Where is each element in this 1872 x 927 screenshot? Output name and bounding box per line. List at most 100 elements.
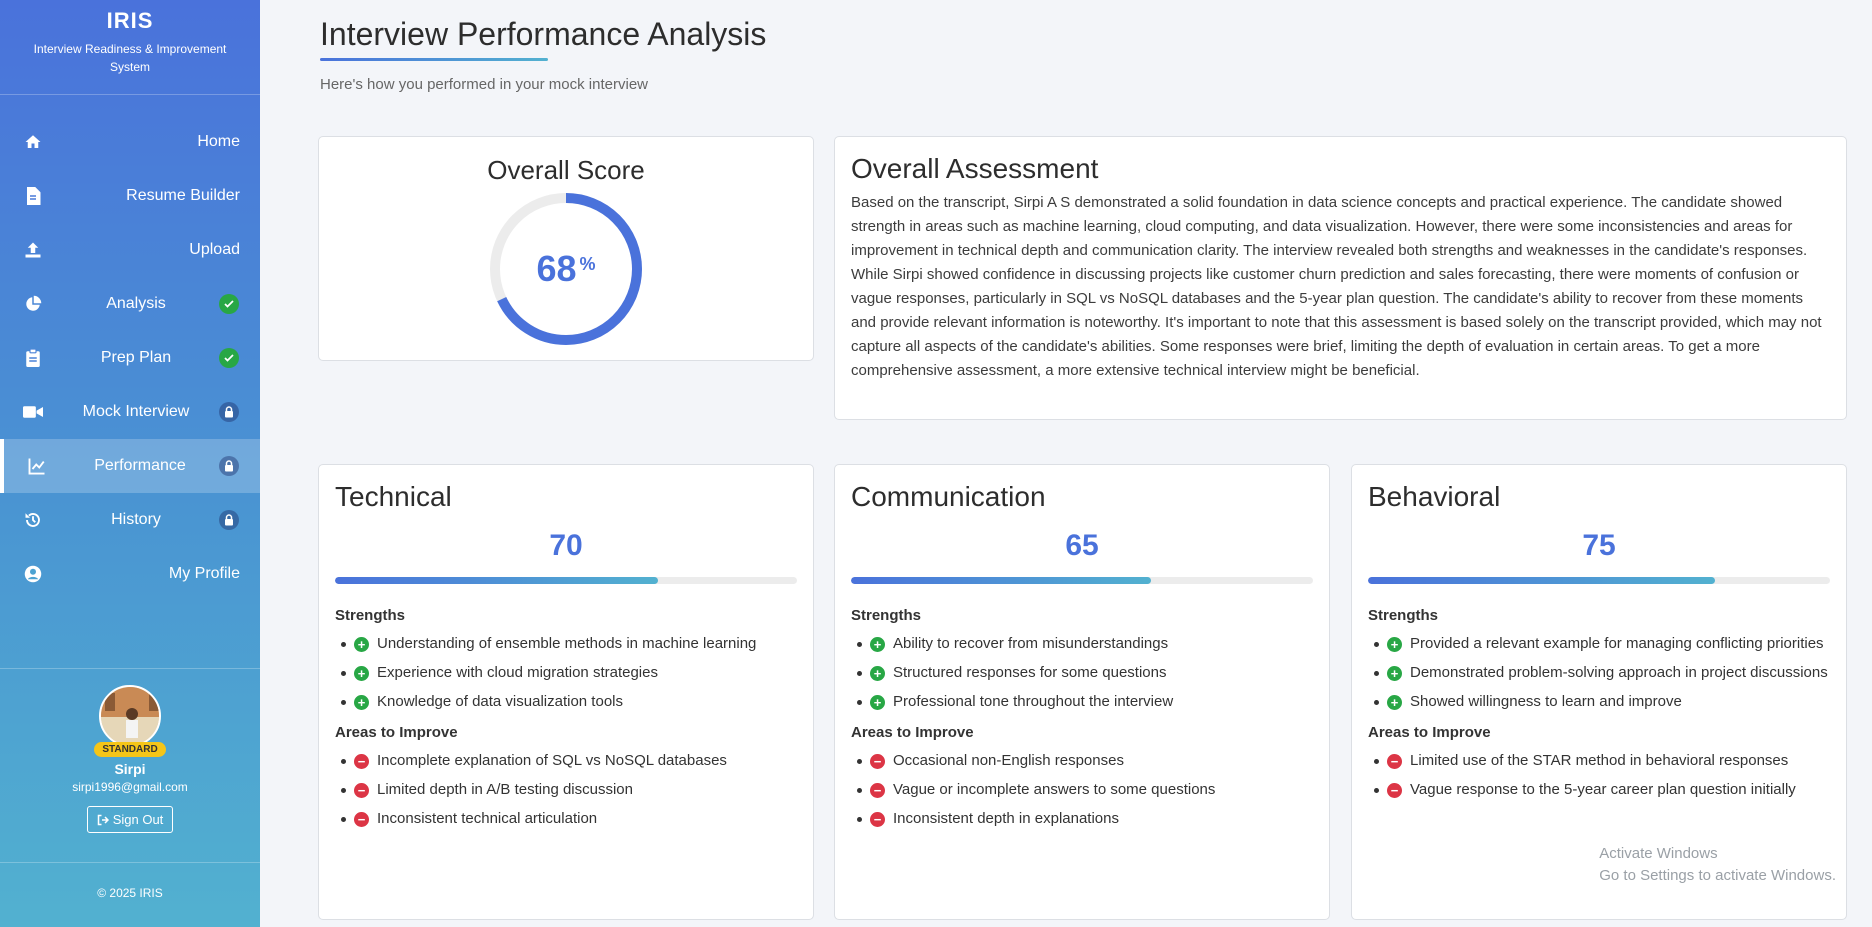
assessment-title: Overall Assessment: [851, 153, 1099, 184]
score-bar: [851, 577, 1313, 584]
activate-windows-watermark: Activate Windows Go to Settings to activ…: [1599, 843, 1836, 887]
minus-circle-icon: −: [870, 754, 885, 769]
strengths-list: + Ability to recover from misunderstandin…: [851, 632, 1313, 714]
list-item: + Ability to recover from misunderstandin…: [851, 632, 1313, 656]
item-text: Limited depth in A/B testing discussion: [377, 781, 633, 798]
list-item: − Vague or incomplete answers to some que…: [851, 778, 1313, 802]
home-icon: [22, 131, 44, 153]
avatar[interactable]: [99, 685, 161, 747]
check-icon: [219, 294, 239, 314]
sidebar-item-resume-builder[interactable]: Resume Builder: [0, 169, 260, 223]
sidebar-item-prep-plan[interactable]: Prep Plan: [0, 331, 260, 385]
plus-circle-icon: +: [870, 695, 885, 710]
score-bar-fill: [1368, 577, 1715, 584]
strengths-list: + Understanding of ensemble methods in ma…: [335, 632, 797, 714]
sidebar-item-performance[interactable]: Performance: [0, 439, 260, 493]
watermark-line: Activate Windows: [1599, 845, 1718, 862]
list-item: − Limited use of the STAR method in behav…: [1368, 749, 1830, 773]
watermark-line: Go to Settings to activate Windows.: [1599, 867, 1836, 884]
title-underline: [320, 58, 548, 61]
item-text: Demonstrated problem-solving approach in…: [1410, 664, 1828, 681]
overall-score-value: 68: [536, 248, 577, 289]
item-text: Understanding of ensemble methods in mac…: [377, 635, 757, 652]
item-text: Knowledge of data visualization tools: [377, 693, 623, 710]
sidebar-item-label: Upload: [189, 241, 240, 258]
user-profile: STANDARD Sirpi sirpi1996@gmail.com Sign …: [0, 668, 260, 863]
list-item: − Occasional non-English responses: [851, 749, 1313, 773]
sidebar-item-label: My Profile: [168, 565, 240, 582]
list-item: − Inconsistent technical articulation: [335, 807, 797, 831]
sidebar-item-home[interactable]: Home: [0, 115, 260, 169]
item-text: Experience with cloud migration strategi…: [377, 664, 658, 681]
item-text: Inconsistent depth in explanations: [893, 810, 1119, 827]
lock-icon: [219, 456, 239, 476]
sign-out-button[interactable]: Sign Out: [86, 806, 174, 833]
brand-subtitle: Interview Readiness & Improvement System: [33, 42, 227, 74]
list-item: + Knowledge of data visualization tools: [335, 690, 797, 714]
score-bar: [335, 577, 797, 584]
plus-circle-icon: +: [870, 666, 885, 681]
minus-circle-icon: −: [1387, 754, 1402, 769]
sidebar-item-mock-interview[interactable]: Mock Interview: [0, 385, 260, 439]
check-icon: [219, 348, 239, 368]
category-score: 70: [549, 529, 583, 562]
category-score: 65: [1065, 529, 1099, 562]
score-bar: [1368, 577, 1830, 584]
item-text: Ability to recover from misunderstanding…: [893, 635, 1169, 652]
item-text: Structured responses for some questions: [893, 664, 1167, 681]
sidebar-item-label: Home: [197, 133, 240, 150]
page-subtitle: Here's how you performed in your mock in…: [320, 76, 648, 93]
strengths-heading: Strengths: [851, 607, 922, 624]
gauge-value: 68 %: [489, 192, 643, 346]
list-item: + Understanding of ensemble methods in ma…: [335, 632, 797, 656]
category-title: Technical: [335, 481, 452, 512]
sidebar-item-history[interactable]: History: [0, 493, 260, 547]
item-text: Limited use of the STAR method in behavi…: [1410, 752, 1789, 769]
score-gauge: 68 %: [489, 192, 643, 346]
strengths-heading: Strengths: [1368, 607, 1439, 624]
plus-circle-icon: +: [1387, 695, 1402, 710]
plus-circle-icon: +: [354, 666, 369, 681]
list-item: + Professional tone throughout the interv…: [851, 690, 1313, 714]
plus-circle-icon: +: [1387, 637, 1402, 652]
user-email: sirpi1996@gmail.com: [72, 780, 188, 794]
score-bar-fill: [335, 577, 659, 584]
plus-circle-icon: +: [354, 695, 369, 710]
list-item: + Provided a relevant example for managin…: [1368, 632, 1830, 656]
minus-circle-icon: −: [870, 812, 885, 827]
improve-heading: Areas to Improve: [335, 724, 458, 741]
category-score: 75: [1582, 529, 1616, 562]
item-text: Inconsistent technical articulation: [377, 810, 598, 827]
assessment-text: Based on the transcript, Sirpi A S demon…: [851, 194, 1822, 379]
sidebar-item-my-profile[interactable]: My Profile: [0, 547, 260, 601]
strengths-heading: Strengths: [335, 607, 406, 624]
score-bar-fill: [851, 577, 1152, 584]
tier-badge: STANDARD: [94, 742, 166, 757]
file-icon: [22, 185, 44, 207]
plus-circle-icon: +: [1387, 666, 1402, 681]
minus-circle-icon: −: [1387, 783, 1402, 798]
item-text: Vague response to the 5-year career plan…: [1410, 781, 1796, 798]
overall-score-title: Overall Score: [487, 155, 645, 185]
sidebar-item-upload[interactable]: Upload: [0, 223, 260, 277]
sidebar-item-label: Resume Builder: [126, 187, 240, 204]
lock-icon: [219, 510, 239, 530]
brand: IRIS Interview Readiness & Improvement S…: [0, 0, 260, 95]
upload-icon: [22, 239, 44, 261]
communication-card: Communication 65 Strengths + Ability to reco…: [834, 464, 1330, 920]
sign-out-label: Sign Out: [112, 812, 164, 827]
item-text: Professional tone throughout the intervi…: [893, 693, 1174, 710]
strengths-list: + Provided a relevant example for managin…: [1368, 632, 1830, 714]
user-circle-icon: [22, 563, 44, 585]
plus-circle-icon: +: [354, 637, 369, 652]
sidebar-item-analysis[interactable]: Analysis: [0, 277, 260, 331]
sidebar-nav: Home Resume Builder Upload Analysis Prep…: [0, 115, 260, 601]
list-item: − Vague response to the 5-year career pla…: [1368, 778, 1830, 802]
item-text: Provided a relevant example for managing…: [1410, 635, 1824, 652]
list-item: + Experience with cloud migration strateg…: [335, 661, 797, 685]
list-item: − Limited depth in A/B testing discussion: [335, 778, 797, 802]
plus-circle-icon: +: [870, 637, 885, 652]
page-title: Interview Performance Analysis: [320, 16, 767, 52]
improve-heading: Areas to Improve: [851, 724, 974, 741]
list-item: + Showed willingness to learn and improve: [1368, 690, 1830, 714]
